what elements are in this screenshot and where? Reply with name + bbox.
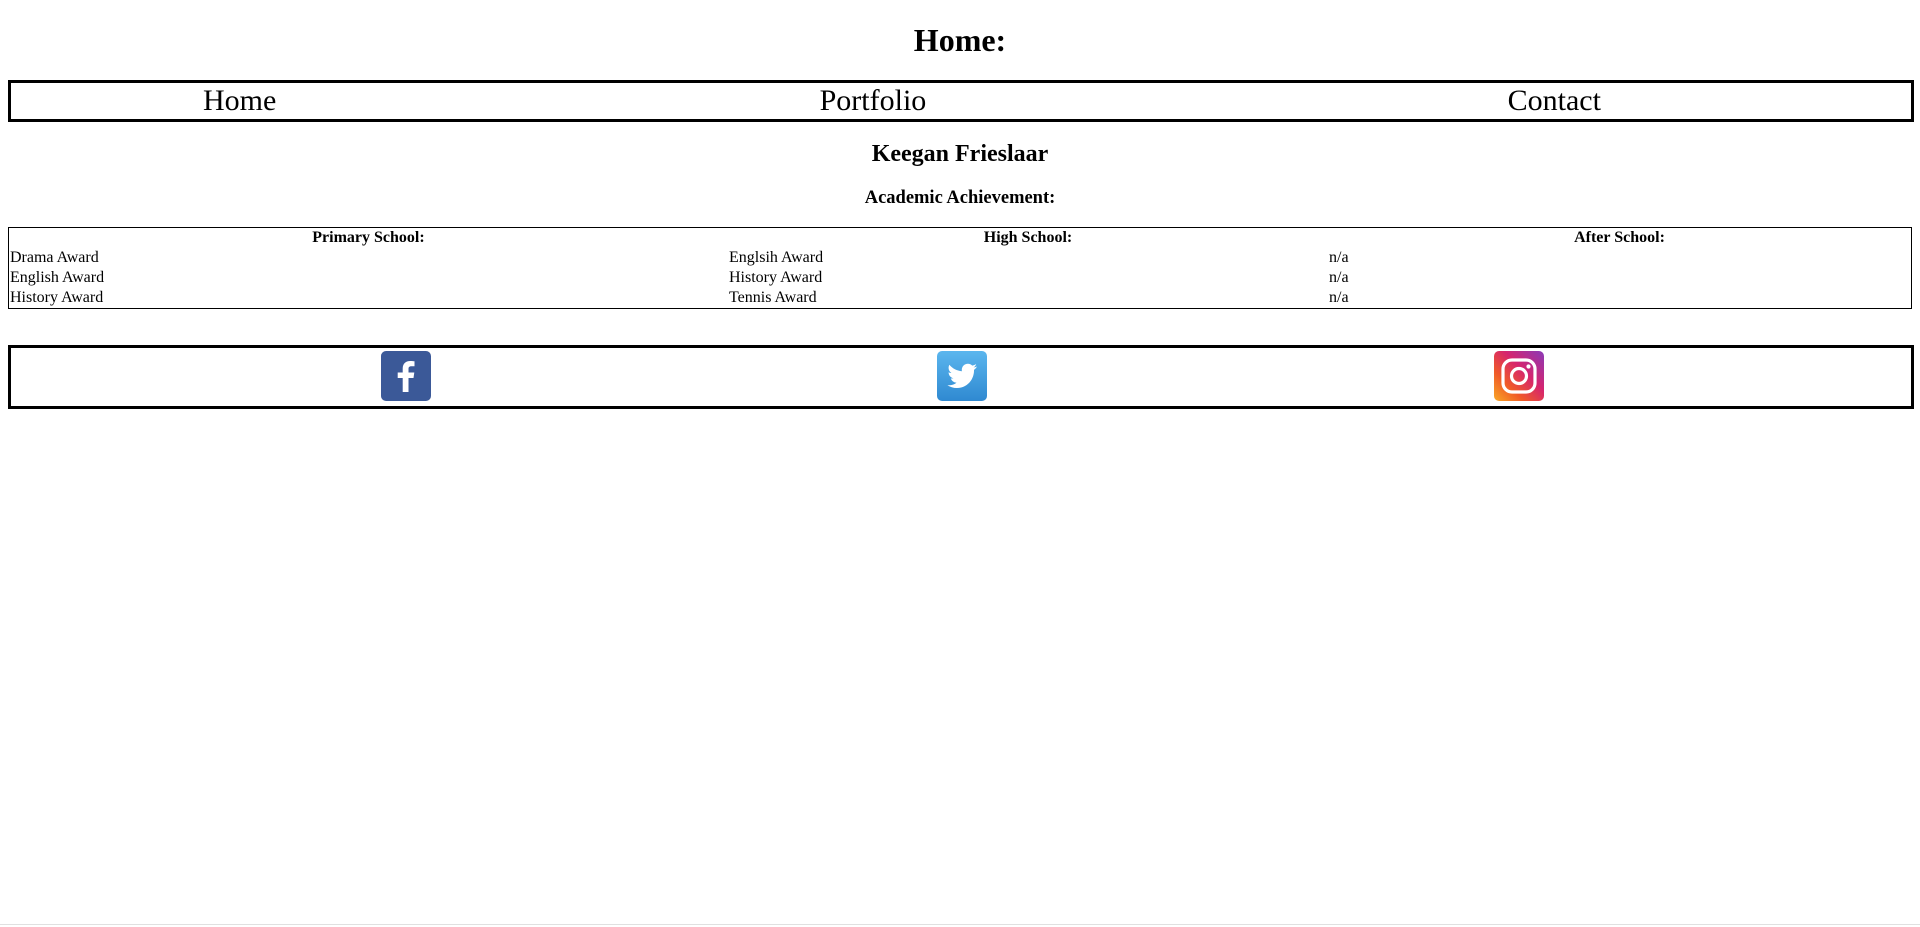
table-cell: Drama Award [10, 249, 99, 266]
table-cell: Tennis Award [729, 289, 817, 306]
table-cell: n/a [1329, 249, 1349, 266]
table-cell: Englsih Award [729, 249, 824, 266]
column-header-after-school: After School: [1574, 229, 1665, 246]
instagram-icon[interactable] [1494, 351, 1544, 401]
nav-link-home[interactable]: Home [0, 83, 556, 119]
nav-link-portfolio[interactable]: Portfolio [556, 83, 1189, 119]
page: Home: Home Portfolio Contact Keegan Frie… [0, 0, 1920, 927]
table-cell: History Award [10, 289, 104, 306]
table-cell: n/a [1329, 269, 1349, 286]
column-header-high-school: High School: [983, 229, 1073, 246]
facebook-icon[interactable] [381, 351, 431, 401]
table-cell: History Award [729, 269, 823, 286]
bottom-divider [0, 924, 1920, 925]
table-cell: English Award [10, 269, 105, 286]
table-row: English Award History Award n/a [9, 268, 1911, 288]
profile-name: Keegan Frieslaar [871, 141, 1049, 167]
nav-link-contact[interactable]: Contact [1238, 83, 1871, 119]
table-row: History Award Tennis Award n/a [9, 288, 1911, 308]
social-links-bar [8, 345, 1914, 409]
achievements-table: Primary School: High School: After Schoo… [8, 227, 1912, 309]
page-title: Home: [913, 22, 1007, 58]
table-cell: n/a [1329, 289, 1349, 306]
table-row: Drama Award Englsih Award n/a [9, 248, 1911, 268]
twitter-icon[interactable] [937, 351, 987, 401]
main-nav: Home Portfolio Contact [8, 80, 1914, 122]
column-header-primary: Primary School: [312, 229, 425, 246]
achievements-heading: Academic Achievement: [864, 188, 1056, 208]
table-header-row: Primary School: High School: After Schoo… [9, 228, 1911, 248]
